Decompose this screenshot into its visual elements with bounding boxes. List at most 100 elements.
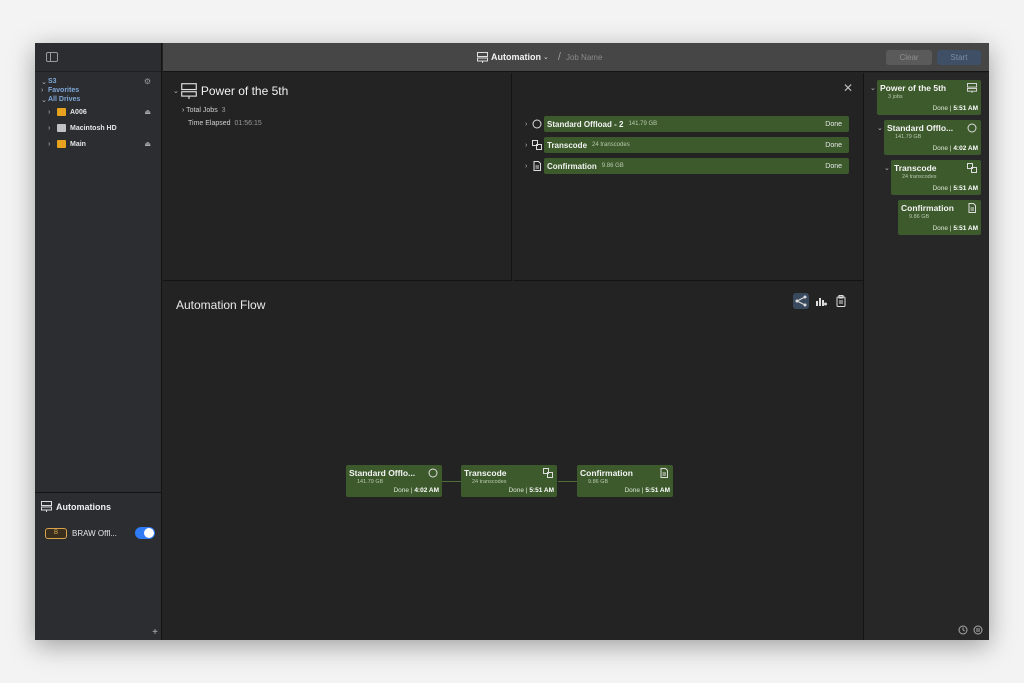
chevron-right-icon[interactable]: › (182, 107, 184, 114)
job-row[interactable]: › Standard Offload - 2 141.79 GB Done (525, 116, 849, 132)
job-title-row[interactable]: ⌄ Power of the 5th (173, 83, 288, 99)
toolbar: Automation ⌄ / Job Name Clear Start (163, 43, 989, 72)
automation-icon (41, 501, 52, 512)
chevron-right-icon[interactable]: › (48, 125, 57, 132)
job-status: Done (825, 162, 842, 170)
offload-icon (967, 123, 977, 133)
close-icon[interactable]: ✕ (843, 81, 853, 95)
node-status: Done | 5:51 AM (932, 185, 978, 192)
flow-node-offload[interactable]: Standard Offlo... 141.79 GB Done | 4:02 … (346, 465, 442, 497)
automation-item[interactable]: B BRAW Offl... (45, 526, 155, 540)
transcode-icon (967, 163, 977, 173)
document-icon (531, 161, 542, 172)
node-title: Standard Offlo... (349, 468, 416, 478)
drive-label: Macintosh HD (70, 124, 117, 132)
drive-item-macintosh-hd[interactable]: › Macintosh HD (41, 120, 157, 136)
tree-item-all-drives[interactable]: ⌄ All Drives (41, 95, 157, 104)
chevron-down-icon[interactable]: ⌄ (870, 84, 876, 92)
settings-icon[interactable] (973, 625, 983, 635)
chevron-down-icon[interactable]: ⌄ (877, 124, 883, 132)
node-title: Transcode (464, 468, 507, 478)
job-size: 141.79 GB (628, 121, 658, 127)
node-status: Done | 4:02 AM (932, 145, 978, 152)
clipboard-icon[interactable] (833, 293, 849, 309)
flow-graph-icon[interactable] (793, 293, 809, 309)
node-status: Done | 4:02 AM (393, 487, 439, 494)
job-name-input[interactable]: Job Name (566, 53, 602, 62)
job-list-panel: ✕ › Standard Offload - 2 141.79 GB Done … (513, 73, 863, 281)
node-title: Standard Offlo... (887, 123, 954, 133)
sidebar: ⌄ S3 ⚙ › Favorites ⌄ All Drives › A006 ⏏… (35, 43, 162, 640)
node-size: 141.79 GB (895, 134, 922, 140)
chevron-right-icon[interactable]: › (41, 87, 48, 94)
total-jobs-label: Total Jobs (186, 107, 218, 114)
tree-item-favorites[interactable]: › Favorites (41, 86, 157, 95)
status-text: Done (624, 487, 640, 494)
tree-item-s3[interactable]: ⌄ S3 ⚙ (41, 77, 157, 86)
chevron-down-icon[interactable]: ⌄ (173, 87, 179, 95)
hierarchy-node-root[interactable]: Power of the 5th 3 jobs Done | 5:51 AM (877, 80, 981, 115)
status-time: 5:51 AM (953, 225, 978, 232)
bar-chart-icon[interactable] (813, 293, 829, 309)
tree-item-label: S3 (48, 78, 57, 85)
status-text: Done (508, 487, 524, 494)
automation-flow-panel: Automation Flow Standard Offlo... 141.79… (163, 282, 863, 640)
drive-tree: ⌄ S3 ⚙ › Favorites ⌄ All Drives › A006 ⏏… (41, 77, 157, 152)
job-row[interactable]: › Confirmation 9.86 GB Done (525, 158, 849, 174)
job-name: Confirmation (547, 161, 597, 171)
node-count: 24 transcodes (472, 479, 507, 485)
add-automation-button[interactable]: + (152, 627, 158, 638)
sidebar-toggle-icon[interactable] (46, 52, 58, 62)
chevron-down-icon[interactable]: ⌄ (41, 78, 48, 86)
folder-icon (57, 140, 66, 148)
automation-badge: B (45, 527, 67, 539)
chevron-down-icon[interactable]: ⌄ (884, 164, 890, 172)
folder-icon (57, 108, 66, 116)
node-size: 141.79 GB (357, 479, 384, 485)
gear-icon[interactable]: ⚙ (144, 77, 151, 86)
chevron-right-icon[interactable]: › (48, 109, 57, 116)
job-bar: Standard Offload - 2 141.79 GB Done (544, 116, 849, 132)
hard-drive-icon (57, 124, 66, 132)
total-jobs-row[interactable]: › Total Jobs 3 (182, 107, 226, 114)
node-status: Done | 5:51 AM (508, 487, 554, 494)
status-text: Done (932, 105, 948, 112)
chevron-down-icon[interactable]: ⌄ (543, 53, 549, 61)
status-text: Done (932, 225, 948, 232)
sidebar-toolbar (35, 43, 161, 72)
job-hierarchy-panel: ⌄ Power of the 5th 3 jobs Done | 5:51 AM… (863, 73, 989, 640)
flow-node-transcode[interactable]: Transcode 24 transcodes Done | 5:51 AM (461, 465, 557, 497)
hierarchy-node-transcode[interactable]: Transcode 24 transcodes Done | 5:51 AM (891, 160, 981, 195)
job-row[interactable]: › Transcode 24 transcodes Done (525, 137, 849, 153)
job-status: Done (825, 120, 842, 128)
drive-item-main[interactable]: › Main ⏏ (41, 136, 157, 152)
time-elapsed-row: Time Elapsed 01:56:15 (188, 120, 262, 127)
drive-label: A006 (70, 108, 87, 116)
hierarchy-node-offload[interactable]: Standard Offlo... 141.79 GB Done | 4:02 … (884, 120, 981, 155)
flow-node-confirmation[interactable]: Confirmation 9.86 GB Done | 5:51 AM (577, 465, 673, 497)
hierarchy-node-confirmation[interactable]: Confirmation 9.86 GB Done | 5:51 AM (898, 200, 981, 235)
tree-item-label: All Drives (48, 96, 81, 103)
automation-toggle[interactable] (135, 527, 155, 539)
eject-icon[interactable]: ⏏ (144, 140, 151, 148)
document-icon (659, 468, 669, 478)
node-status: Done | 5:51 AM (932, 225, 978, 232)
chevron-right-icon[interactable]: › (48, 141, 57, 148)
job-name: Standard Offload - 2 (547, 119, 624, 129)
eject-icon[interactable]: ⏏ (144, 108, 151, 116)
automations-title: Automations (56, 501, 111, 512)
drive-item-a006[interactable]: › A006 ⏏ (41, 104, 157, 120)
clear-button[interactable]: Clear (886, 50, 932, 65)
path-separator: / (557, 51, 561, 63)
start-button[interactable]: Start (937, 50, 981, 65)
automation-selector[interactable]: Automation (491, 52, 541, 62)
automation-icon (967, 83, 977, 93)
chevron-down-icon[interactable]: ⌄ (41, 96, 48, 104)
flow-title: Automation Flow (176, 298, 266, 312)
total-jobs-value: 3 (221, 107, 226, 114)
drive-label: Main (70, 140, 86, 148)
status-time: 4:02 AM (414, 487, 439, 494)
transcode-icon (531, 140, 542, 151)
history-icon[interactable] (958, 625, 968, 635)
node-size: 9.86 GB (909, 214, 930, 220)
